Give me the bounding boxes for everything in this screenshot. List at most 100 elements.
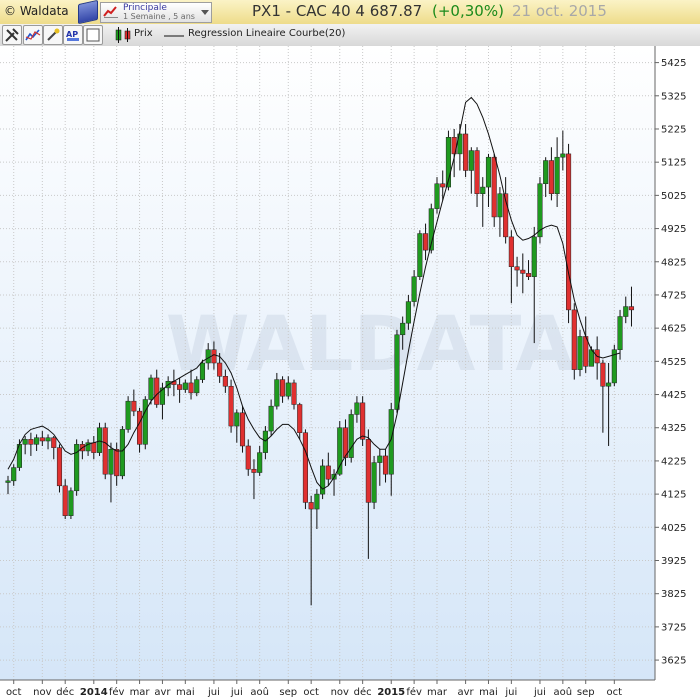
x-tick-label: nov — [331, 687, 349, 698]
y-tick-label: 5025 — [661, 191, 686, 202]
x-tick-label: sep — [577, 687, 595, 698]
candle-body — [102, 427, 108, 475]
candle-body — [125, 400, 131, 430]
price-change: (+0,30%) — [432, 2, 504, 20]
candle-body — [348, 414, 354, 458]
tools-icon[interactable] — [2, 25, 22, 45]
candle-body — [245, 445, 251, 470]
y-tick-label: 3925 — [661, 556, 686, 567]
candle — [577, 329, 583, 377]
y-tick-label: 4425 — [661, 390, 686, 401]
y-tick-label: 4625 — [661, 324, 686, 335]
x-tick-label: aoû — [554, 686, 573, 698]
candle-body — [291, 382, 297, 405]
price-chart[interactable]: WALDATA 3625 3725 3825 3925 4025 4125 4225 4325… — [0, 46, 700, 700]
candle-body — [525, 273, 532, 277]
x-tick-label: 2015 — [377, 687, 405, 698]
candle-body — [251, 468, 257, 473]
y-tick-label: 3625 — [661, 656, 686, 667]
candle-body — [177, 384, 183, 390]
x-tick-label: mar — [130, 687, 151, 698]
candle-body — [119, 429, 125, 477]
chart-toolbar: AP Prix Regression Lineaire Courbe(20) — [0, 24, 700, 47]
x-tick-label: mai — [479, 687, 498, 698]
y-tick-label: 4925 — [661, 224, 686, 235]
candle-body — [137, 410, 143, 445]
candle-body — [199, 362, 206, 380]
x-tick-label: jui — [207, 687, 220, 698]
candle — [302, 429, 308, 510]
x-tick-label: déc — [354, 686, 372, 698]
candle-body — [320, 465, 326, 495]
candle-body — [194, 379, 200, 394]
candle — [537, 177, 543, 244]
candle — [371, 455, 377, 510]
period-subtitle: 1 Semaine , 5 ans — [123, 12, 195, 21]
candle-body — [382, 455, 389, 475]
candle-legend-icon — [115, 27, 131, 43]
candle-body — [68, 490, 74, 516]
x-tick-label: mai — [176, 687, 195, 698]
candle — [394, 329, 400, 413]
x-tick-label: avr — [458, 687, 475, 698]
x-tick-label: aoû — [250, 686, 269, 698]
chart-period-icon — [103, 6, 118, 18]
candle-body — [360, 402, 366, 440]
candle-body — [142, 399, 148, 445]
svg-text:AP: AP — [66, 30, 78, 39]
period-selector[interactable]: Principale 1 Semaine , 5 ans — [100, 2, 212, 23]
candle-body — [377, 455, 383, 463]
candle-body — [228, 385, 234, 427]
candle-body — [623, 306, 629, 317]
x-tick-label: oct — [303, 687, 319, 698]
candle-body — [514, 266, 520, 271]
y-tick-label: 5225 — [661, 124, 686, 135]
candle-body — [474, 150, 480, 194]
candle-body — [628, 306, 635, 311]
candle-body — [114, 449, 120, 477]
candle — [566, 143, 572, 324]
candle-body — [577, 336, 583, 370]
candle — [611, 344, 617, 387]
candle — [571, 303, 577, 380]
candle-body — [571, 309, 577, 370]
y-tick-label: 4325 — [661, 423, 686, 434]
indicator-icon[interactable] — [23, 25, 43, 45]
candle — [417, 230, 423, 281]
candle-body — [34, 437, 40, 445]
legend-prix: Prix — [134, 28, 153, 39]
candle-body — [463, 133, 469, 171]
ap-icon[interactable]: AP — [63, 25, 83, 45]
y-tick-label: 3825 — [661, 589, 686, 600]
candle-body — [440, 183, 446, 188]
candle-body — [131, 400, 137, 412]
quote-date: 21 oct. 2015 — [512, 2, 607, 20]
candle-body — [606, 382, 612, 387]
candle-body — [302, 432, 308, 503]
x-tick-label: avr — [154, 687, 171, 698]
chevron-down-icon[interactable] — [201, 10, 209, 15]
candle — [125, 396, 131, 433]
candle-body — [543, 160, 549, 185]
candle-body — [39, 437, 45, 442]
candle-body — [548, 160, 554, 194]
x-tick-label: déc — [56, 686, 74, 698]
candle — [68, 487, 74, 520]
candle-body — [508, 236, 514, 267]
candle-body — [211, 349, 217, 364]
candle-body — [365, 439, 371, 503]
x-tick-label: jui — [533, 687, 546, 698]
line-legend-icon — [164, 35, 184, 37]
x-tick-label: oct — [6, 687, 22, 698]
candle-body — [234, 412, 240, 427]
y-tick-label: 4725 — [661, 290, 686, 301]
candle-body — [308, 502, 314, 510]
x-tick-label: jui — [230, 687, 243, 698]
book-icon[interactable] — [78, 0, 98, 25]
candle-body — [222, 376, 228, 387]
candle-body — [554, 156, 560, 194]
x-tick-label: nov — [33, 687, 51, 698]
draw-icon[interactable] — [43, 25, 63, 45]
square-icon[interactable] — [83, 25, 103, 45]
candle-body — [497, 193, 503, 218]
